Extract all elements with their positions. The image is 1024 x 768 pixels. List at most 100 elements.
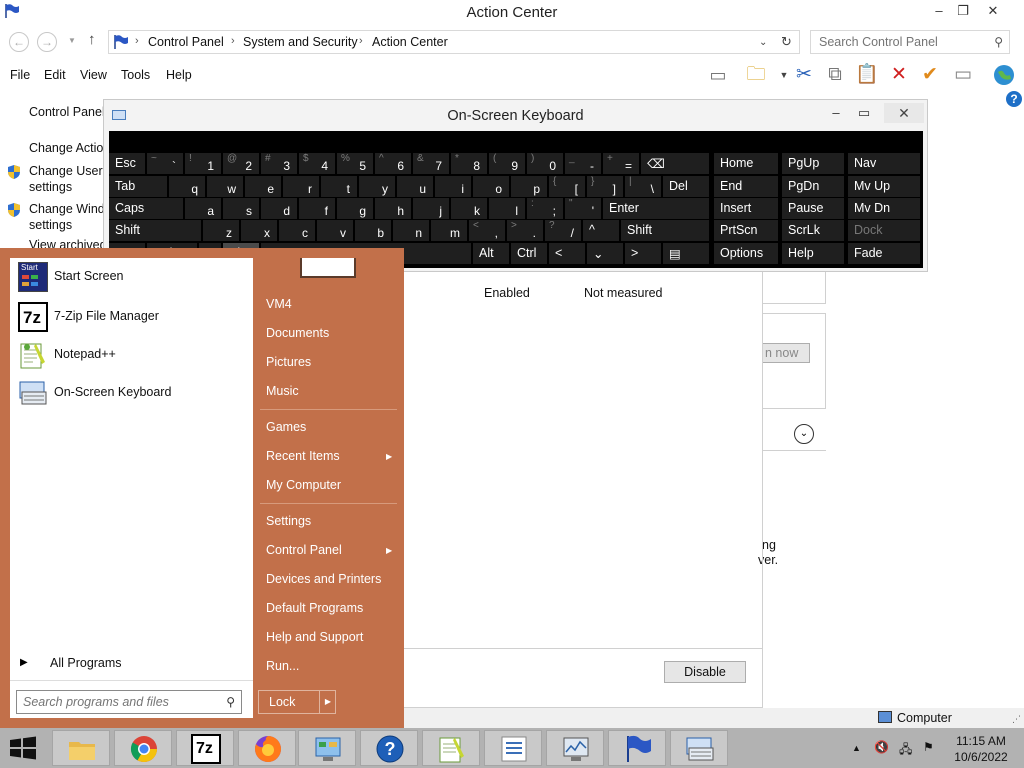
key-2[interactable]: @2 [223,153,259,174]
address-bar[interactable]: › Control Panel › System and Security › … [108,30,800,54]
key-symbol[interactable]: > [625,243,661,264]
key-symbol[interactable]: ^ [583,220,619,241]
key-nav[interactable]: Nav [848,153,920,174]
osk-minimize-button[interactable]: – [824,105,848,120]
start-search-field[interactable]: ⚲ [16,690,242,714]
key-end[interactable]: End [714,176,778,197]
rename-icon[interactable]: ▭ [951,63,975,87]
taskbar-task-list[interactable] [484,730,542,766]
key-symbol[interactable]: }] [587,176,623,197]
key-h[interactable]: h [375,198,411,219]
key-s[interactable]: s [223,198,259,219]
volume-muted-icon[interactable]: 🔇 [874,740,889,754]
on-screen-keyboard-item[interactable]: On-Screen Keyboard [14,376,250,410]
key-dock[interactable]: Dock [848,220,920,241]
key-pgdn[interactable]: PgDn [782,176,844,197]
key-b[interactable]: b [355,220,391,241]
resize-grip-icon[interactable]: ⋰ [1012,714,1021,725]
start-item-control-panel[interactable]: Control Panel [266,543,342,557]
start-screen-item[interactable]: Start Start Screen [14,260,250,294]
windows-start-icon[interactable] [8,736,38,760]
breadcrumb-action-center[interactable]: Action Center [372,35,448,49]
key-y[interactable]: y [359,176,395,197]
start-item-games[interactable]: Games [266,420,306,434]
key-d[interactable]: d [261,198,297,219]
start-item-documents[interactable]: Documents [266,326,329,340]
start-search-icon[interactable]: ⚲ [226,695,235,709]
refresh-icon[interactable]: ↻ [781,34,792,50]
recent-pages-chevron-icon[interactable]: ▼ [68,36,76,45]
key-fade[interactable]: Fade [848,243,920,264]
search-input[interactable] [819,35,989,49]
maximize-button[interactable]: ❐ [950,2,976,20]
key-z[interactable]: z [203,220,239,241]
key-ctrl[interactable]: Ctrl [511,243,547,264]
key-o[interactable]: o [473,176,509,197]
key-symbol[interactable]: :; [527,198,563,219]
key-g[interactable]: g [337,198,373,219]
disable-button[interactable]: Disable [664,661,746,683]
key-pgup[interactable]: PgUp [782,153,844,174]
start-item-pictures[interactable]: Pictures [266,355,311,369]
key-p[interactable]: p [511,176,547,197]
start-item-settings[interactable]: Settings [266,514,311,528]
left-pane-view-archived[interactable]: View archived [29,238,107,248]
key-symbol[interactable]: ? / [545,220,581,241]
left-pane-change-action-settings[interactable]: Change Actio [29,141,103,155]
key-symbol[interactable]: " ' [565,198,601,219]
key-1[interactable]: ! 1 [185,153,221,174]
key-n[interactable]: n [393,220,429,241]
key-help[interactable]: Help [782,243,844,264]
key-symbol[interactable]: < [549,243,585,264]
menu-file[interactable]: File [10,68,30,82]
key-i[interactable]: i [435,176,471,197]
seven-zip-item[interactable]: 7z 7-Zip File Manager [14,300,250,334]
key-del[interactable]: Del [663,176,709,197]
key-shift[interactable]: Shift [621,220,709,241]
key-j[interactable]: j [413,198,449,219]
taskbar-control-panel[interactable] [298,730,356,766]
key-symbol[interactable]: <, [469,220,505,241]
taskbar-notepad-plus-plus[interactable] [422,730,480,766]
key-q[interactable]: q [169,176,205,197]
breadcrumb-separator-icon[interactable]: › [231,35,235,47]
start-item-vm4[interactable]: VM4 [266,297,292,311]
key-5[interactable]: % 5 [337,153,373,174]
run-now-button[interactable]: n now [762,343,810,363]
taskbar-action-center[interactable] [608,730,666,766]
start-item-help-support[interactable]: Help and Support [266,630,363,644]
key-esc[interactable]: Esc [109,153,145,174]
folder-options-icon[interactable]: 🗀 [744,63,768,87]
show-hidden-icons-chevron-icon[interactable]: ▲ [852,743,861,753]
key-w[interactable]: w [207,176,243,197]
lock-button[interactable]: Lock ▶ [258,690,336,714]
key-r[interactable]: r [283,176,319,197]
taskbar-clock[interactable]: 11:15 AM 10/6/2022 [950,733,1012,765]
address-dropdown-chevron-icon[interactable]: ⌄ [759,37,767,48]
key-mv-dn[interactable]: Mv Dn [848,198,920,219]
layout-pane-icon[interactable]: ▭ [706,63,730,87]
search-icon[interactable]: ⚲ [994,35,1003,49]
start-item-run[interactable]: Run... [266,659,299,673]
key-shift[interactable]: Shift [109,220,201,241]
osk-close-button[interactable]: ✕ [884,103,924,123]
key-symbol[interactable]: | \ [625,176,661,197]
start-item-devices-printers[interactable]: Devices and Printers [266,572,381,586]
start-item-default-programs[interactable]: Default Programs [266,601,363,615]
key-8[interactable]: * 8 [451,153,487,174]
cut-scissors-icon[interactable]: ✂ [792,63,816,87]
left-pane-change-user-line-2[interactable]: settings [29,180,72,194]
key-prtscn[interactable]: PrtScn [714,220,778,241]
key-l[interactable]: l [489,198,525,219]
key-symbol[interactable]: ⌫ [641,153,709,174]
key-insert[interactable]: Insert [714,198,778,219]
all-programs-item[interactable]: ▶ All Programs [10,648,253,678]
menu-tools[interactable]: Tools [121,68,150,82]
up-button[interactable]: ↑ [88,31,96,48]
key-symbol[interactable]: + = [603,153,639,174]
key-v[interactable]: v [317,220,353,241]
key-symbol[interactable]: ~ ` [147,153,183,174]
minimize-button[interactable]: – [926,2,952,20]
taskbar-7zip[interactable]: 7z [176,730,234,766]
left-pane-change-user-line-1[interactable]: Change User [29,164,103,178]
